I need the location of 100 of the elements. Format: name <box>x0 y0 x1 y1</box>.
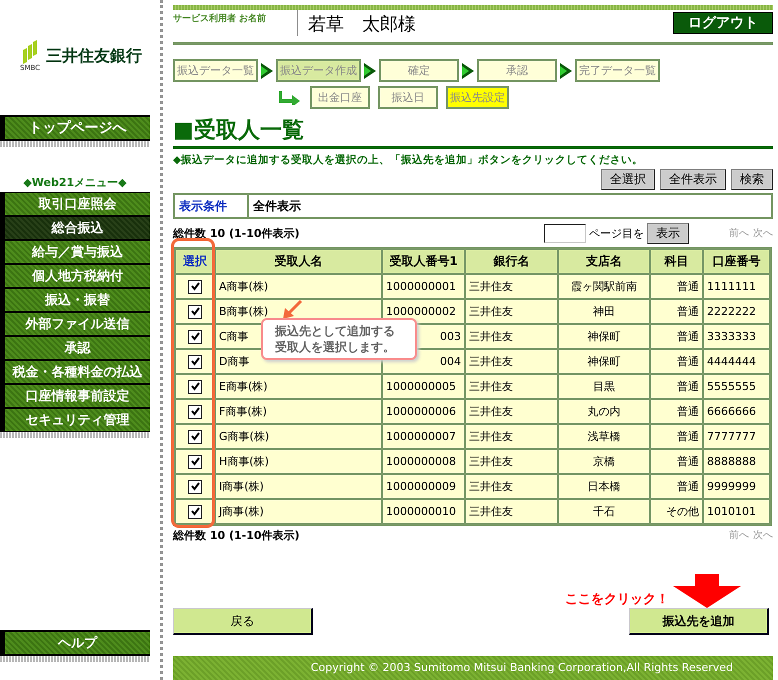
table-cell: 三井住友 <box>465 324 558 349</box>
column-header: 受取人番号1 <box>382 249 465 274</box>
row-checkbox[interactable] <box>188 504 202 518</box>
triangle-icon <box>261 62 273 78</box>
total-count: 総件数 10 (1-10件表示) <box>173 528 301 542</box>
top-page-button[interactable]: トップページへ <box>0 115 150 141</box>
menu-item[interactable]: 口座情報事前設定 <box>0 384 150 408</box>
table-cell: その他 <box>650 499 703 524</box>
table-cell: 1111111 <box>703 274 770 299</box>
instruction-text: ◆振込データに追加する受取人を選択の上、「振込先を追加」ボタンをクリックしてください。 <box>173 153 644 167</box>
pager-link[interactable]: 前へ <box>729 528 749 542</box>
sub-arrow-icon <box>278 90 302 104</box>
table-cell: 日本橋 <box>558 474 650 499</box>
row-checkbox[interactable] <box>188 404 202 418</box>
triangle-icon <box>364 62 376 78</box>
toolbar-button[interactable]: 全件表示 <box>660 169 726 190</box>
column-header: 選択 <box>175 249 215 274</box>
sub-step-tab[interactable]: 振込先設定 <box>446 86 509 109</box>
menu-item[interactable]: 外部ファイル送信 <box>0 312 150 336</box>
row-checkbox[interactable] <box>188 280 202 294</box>
pager-link[interactable]: 次へ <box>753 226 773 240</box>
menu-item[interactable]: 個人地方税納付 <box>0 264 150 288</box>
row-checkbox[interactable] <box>188 380 202 394</box>
table-cell: G商事(株) <box>215 424 382 449</box>
table-cell: 普通 <box>650 424 703 449</box>
table-cell: 2222222 <box>703 299 770 324</box>
menu-item[interactable]: 承認 <box>0 336 150 360</box>
table-cell: 1000000005 <box>382 374 465 399</box>
menu-item[interactable]: 給与／賞与振込 <box>0 240 150 264</box>
pager-link[interactable]: 次へ <box>753 528 773 542</box>
table-cell: 三井住友 <box>465 424 558 449</box>
table-cell: 三井住友 <box>465 399 558 424</box>
table-cell: 神保町 <box>558 349 650 374</box>
step-tab[interactable]: 承認 <box>477 59 557 82</box>
table-cell: A商事(株) <box>215 274 382 299</box>
table-cell: 丸の内 <box>558 399 650 424</box>
row-checkbox[interactable] <box>188 304 202 318</box>
table-cell: 三井住友 <box>465 299 558 324</box>
row-checkbox[interactable] <box>188 480 202 494</box>
logout-button[interactable]: ログアウト <box>673 12 773 34</box>
table-cell: 京橋 <box>558 449 650 474</box>
table-cell: 普通 <box>650 374 703 399</box>
table-cell: 1000000010 <box>382 499 465 524</box>
table-cell: 神田 <box>558 299 650 324</box>
row-checkbox[interactable] <box>188 454 202 468</box>
table-cell: 三井住友 <box>465 274 558 299</box>
logo-icon <box>21 40 40 64</box>
table-cell: 1000000001 <box>382 274 465 299</box>
table-cell: E商事(株) <box>215 374 382 399</box>
table-cell: 普通 <box>650 349 703 374</box>
page-input[interactable] <box>544 224 586 242</box>
table-cell: F商事(株) <box>215 399 382 424</box>
table-cell: H商事(株) <box>215 449 382 474</box>
column-header: 銀行名 <box>465 249 558 274</box>
menu-item[interactable]: 振込・振替 <box>0 288 150 312</box>
pointer-arrow <box>281 300 303 320</box>
table-cell: 1000000006 <box>382 399 465 424</box>
table-cell: 三井住友 <box>465 349 558 374</box>
menu-item[interactable]: 税金・各種料金の払込 <box>0 360 150 384</box>
row-checkbox[interactable] <box>188 330 202 344</box>
menu-item[interactable]: セキュリティ管理 <box>0 408 150 432</box>
toolbar-button[interactable]: 全選択 <box>601 169 655 190</box>
table-cell: 普通 <box>650 474 703 499</box>
bank-name: 三井住友銀行 <box>46 46 142 66</box>
column-header: 口座番号 <box>703 249 770 274</box>
add-payee-button[interactable]: 振込先を追加 <box>629 608 769 635</box>
table-cell: 千石 <box>558 499 650 524</box>
step-tab[interactable]: 確定 <box>379 59 459 82</box>
table-cell: 目黒 <box>558 374 650 399</box>
show-button[interactable]: 表示 <box>647 222 689 244</box>
table-cell: I商事(株) <box>215 474 382 499</box>
triangle-icon <box>462 62 474 78</box>
column-header: 支店名 <box>558 249 650 274</box>
table-cell: 9999999 <box>703 474 770 499</box>
table-cell: 1000000007 <box>382 424 465 449</box>
user-label: サービス利用者 お名前 <box>173 10 298 36</box>
step-tab[interactable]: 完了データ一覧 <box>575 59 660 82</box>
sub-step-tab[interactable]: 振込日 <box>378 86 438 109</box>
triangle-icon <box>560 62 572 78</box>
page-label: ページ目を <box>589 226 644 240</box>
table-cell: 浅草橋 <box>558 424 650 449</box>
click-hint: ここをクリック！ <box>565 591 669 608</box>
toolbar-button[interactable]: 検索 <box>731 169 773 190</box>
table-cell: 5555555 <box>703 374 770 399</box>
table-cell: 普通 <box>650 274 703 299</box>
table-cell: J商事(株) <box>215 499 382 524</box>
help-button[interactable]: ヘルプ <box>0 630 150 656</box>
step-tab[interactable]: 振込データ一覧 <box>173 59 258 82</box>
row-checkbox[interactable] <box>188 354 202 368</box>
sub-step-tab[interactable]: 出金口座 <box>310 86 370 109</box>
back-button[interactable]: 戻る <box>173 608 313 635</box>
table-cell: 7777777 <box>703 424 770 449</box>
table-cell: 三井住友 <box>465 374 558 399</box>
row-checkbox[interactable] <box>188 430 202 444</box>
menu-item[interactable]: 総合振込 <box>0 216 150 240</box>
total-count: 総件数 10 (1-10件表示) <box>173 226 301 240</box>
table-cell: 霞ヶ関駅前南 <box>558 274 650 299</box>
table-cell: 神保町 <box>558 324 650 349</box>
pager-link[interactable]: 前へ <box>729 226 749 240</box>
menu-item[interactable]: 取引口座照会 <box>0 192 150 216</box>
